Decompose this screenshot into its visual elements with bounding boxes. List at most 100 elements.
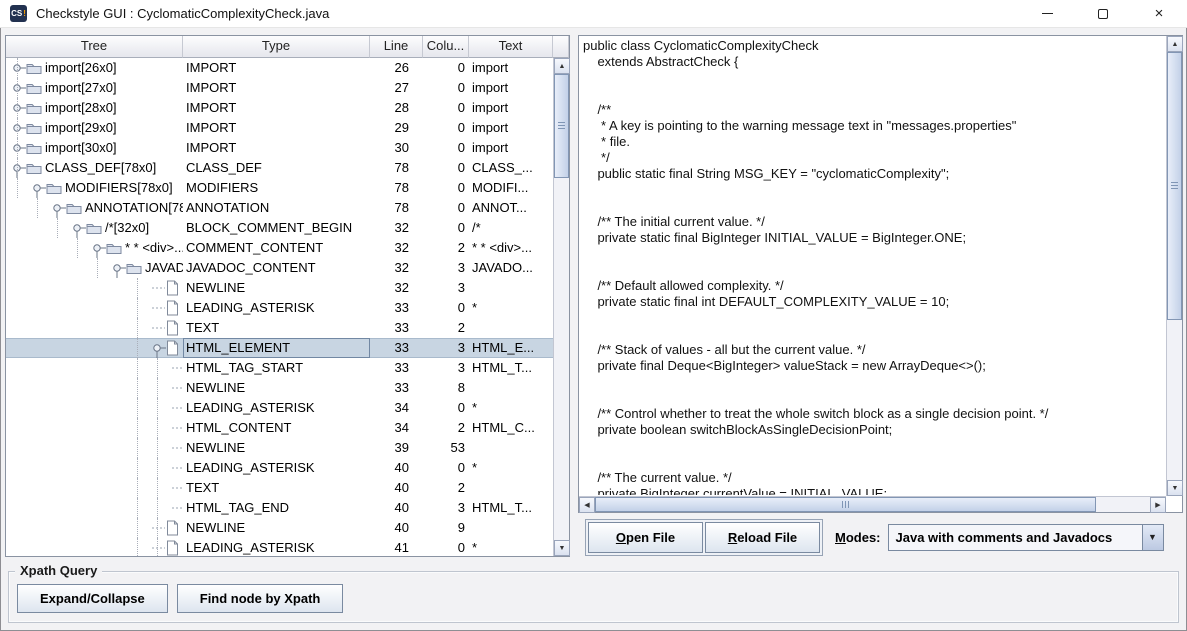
tree-row[interactable]: LEADING_ASTERISK410* <box>6 538 553 556</box>
tree-row[interactable]: JAVADOC_CONTENTJAVADOC_CONTENT323JAVADO.… <box>6 258 553 278</box>
code-horizontal-scrollbar[interactable]: ◀ ▶ <box>579 496 1166 512</box>
tree-scrollbar[interactable]: ▲ ▼ <box>553 58 569 556</box>
expand-toggle-icon[interactable] <box>10 98 26 118</box>
code-vertical-scrollbar[interactable]: ▲ ▼ <box>1166 36 1182 496</box>
expand-toggle-icon[interactable] <box>10 138 26 158</box>
tree-node[interactable] <box>6 338 183 358</box>
tree-node[interactable]: * * <div>... <box>6 238 183 258</box>
collapse-toggle-icon[interactable] <box>50 198 66 218</box>
collapse-toggle-icon[interactable] <box>90 238 106 258</box>
tree-node[interactable] <box>6 398 183 418</box>
tree-node[interactable]: ANNOTATION[78x0] <box>6 198 183 218</box>
scroll-up-icon[interactable]: ▲ <box>554 58 570 74</box>
code-vscroll-thumb[interactable] <box>1167 52 1182 320</box>
scroll-up-icon[interactable]: ▲ <box>1167 36 1183 52</box>
tree-row[interactable]: LEADING_ASTERISK330* <box>6 298 553 318</box>
tree-row[interactable]: HTML_CONTENT342HTML_C... <box>6 418 553 438</box>
cell-text: * <box>469 298 553 318</box>
column-header-tree[interactable]: Tree <box>6 36 183 58</box>
tree-node[interactable]: import[29x0] <box>6 118 183 138</box>
modes-combobox[interactable]: Java with comments and Javadocs ▼ <box>888 524 1164 551</box>
tree-row[interactable]: import[26x0]IMPORT260import <box>6 58 553 78</box>
tree-node[interactable]: CLASS_DEF[78x0] <box>6 158 183 178</box>
collapse-toggle-icon[interactable] <box>70 218 86 238</box>
collapse-toggle-icon[interactable] <box>110 258 126 278</box>
tree-row[interactable]: LEADING_ASTERISK340* <box>6 398 553 418</box>
code-text[interactable]: public class CyclomaticComplexityCheck e… <box>579 36 1165 495</box>
tree-node[interactable] <box>6 478 183 498</box>
column-header-column[interactable]: Colu... <box>423 36 469 58</box>
tree-node[interactable] <box>6 318 183 338</box>
tree-node[interactable] <box>6 418 183 438</box>
tree-node[interactable] <box>6 498 183 518</box>
tree-row[interactable]: NEWLINE338 <box>6 378 553 398</box>
tree-node[interactable]: /*[32x0] <box>6 218 183 238</box>
tree-node[interactable] <box>6 298 183 318</box>
tree-guide-line <box>157 418 158 438</box>
expand-toggle-icon[interactable] <box>10 58 26 78</box>
collapse-toggle-icon[interactable] <box>10 158 26 178</box>
expand-toggle-icon[interactable] <box>10 118 26 138</box>
collapse-toggle-icon[interactable] <box>150 338 166 358</box>
expand-toggle-icon[interactable] <box>10 78 26 98</box>
column-header-line[interactable]: Line <box>370 36 423 58</box>
code-hscroll-thumb[interactable] <box>595 497 1096 512</box>
tree-node[interactable] <box>6 518 183 538</box>
tree-node[interactable] <box>6 438 183 458</box>
tree-row[interactable]: HTML_TAG_START333HTML_T... <box>6 358 553 378</box>
app-icon: CS! <box>10 5 27 22</box>
tree-node[interactable] <box>6 458 183 478</box>
tree-row[interactable]: import[28x0]IMPORT280import <box>6 98 553 118</box>
tree-row[interactable]: NEWLINE323 <box>6 278 553 298</box>
cell-text: import <box>469 58 553 78</box>
scroll-down-icon[interactable]: ▼ <box>554 540 570 556</box>
tree-row[interactable]: LEADING_ASTERISK400* <box>6 458 553 478</box>
column-header-text[interactable]: Text <box>469 36 553 58</box>
scroll-left-icon[interactable]: ◀ <box>579 497 595 513</box>
tree-row[interactable]: TEXT332 <box>6 318 553 338</box>
tree-node[interactable]: import[28x0] <box>6 98 183 118</box>
tree-node[interactable] <box>6 278 183 298</box>
open-file-button[interactable]: Open File <box>588 522 703 553</box>
scroll-down-icon[interactable]: ▼ <box>1167 480 1183 496</box>
tree-row[interactable]: import[27x0]IMPORT270import <box>6 78 553 98</box>
collapse-toggle-icon[interactable] <box>30 178 46 198</box>
combo-arrow-icon[interactable]: ▼ <box>1142 525 1163 550</box>
tree-node[interactable] <box>6 358 183 378</box>
tree-row[interactable]: import[30x0]IMPORT300import <box>6 138 553 158</box>
tree-node[interactable] <box>6 378 183 398</box>
cell-line: 39 <box>370 438 423 458</box>
minimize-button[interactable] <box>1019 0 1075 27</box>
tree-node[interactable] <box>6 538 183 556</box>
tree-row[interactable]: HTML_ELEMENT333HTML_E... <box>6 338 553 358</box>
tree-row[interactable]: import[29x0]IMPORT290import <box>6 118 553 138</box>
tree-node[interactable]: JAVADOC_CONTENT <box>6 258 183 278</box>
tree-row[interactable]: MODIFIERS[78x0]MODIFIERS780MODIFI... <box>6 178 553 198</box>
find-node-by-xpath-button[interactable]: Find node by Xpath <box>177 584 344 613</box>
scroll-right-icon[interactable]: ▶ <box>1150 497 1166 513</box>
expand-collapse-button[interactable]: Expand/Collapse <box>17 584 168 613</box>
tree-node-label: import[29x0] <box>45 118 117 138</box>
tree-row[interactable]: TEXT402 <box>6 478 553 498</box>
tree-scrollbar-thumb[interactable] <box>554 74 569 178</box>
cell-line: 33 <box>370 378 423 398</box>
cell-text: * <box>469 538 553 556</box>
reload-file-button[interactable]: Reload File <box>705 522 820 553</box>
tree-row[interactable]: ANNOTATION[78x0]ANNOTATION780ANNOT... <box>6 198 553 218</box>
tree-row[interactable]: NEWLINE3953 <box>6 438 553 458</box>
tree-row[interactable]: * * <div>...COMMENT_CONTENT322* * <div>.… <box>6 238 553 258</box>
tree-node[interactable]: import[26x0] <box>6 58 183 78</box>
column-header-type[interactable]: Type <box>183 36 370 58</box>
tree-row[interactable]: CLASS_DEF[78x0]CLASS_DEF780CLASS_... <box>6 158 553 178</box>
folder-icon <box>86 221 102 235</box>
tree-node[interactable]: import[27x0] <box>6 78 183 98</box>
tree-node[interactable]: import[30x0] <box>6 138 183 158</box>
maximize-button[interactable] <box>1075 0 1131 27</box>
cell-line: 40 <box>370 478 423 498</box>
close-button[interactable]: × <box>1131 0 1187 27</box>
tree-row[interactable]: /*[32x0]BLOCK_COMMENT_BEGIN320/* <box>6 218 553 238</box>
tree-row[interactable]: HTML_TAG_END403HTML_T... <box>6 498 553 518</box>
tree-row[interactable]: NEWLINE409 <box>6 518 553 538</box>
file-controls: Open File Reload File Modes: Java with c… <box>578 516 1183 558</box>
tree-node[interactable]: MODIFIERS[78x0] <box>6 178 183 198</box>
